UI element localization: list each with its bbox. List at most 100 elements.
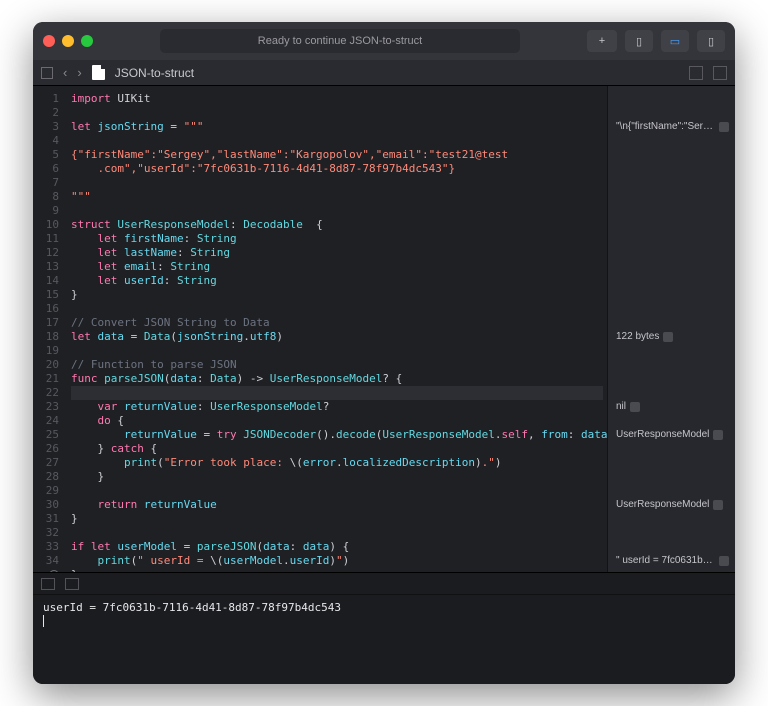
line-number[interactable]: 2 [33, 106, 59, 120]
code-line[interactable]: let userId: String [71, 274, 603, 288]
code-line[interactable] [71, 344, 603, 358]
result-row[interactable]: 122 bytes [616, 330, 729, 344]
result-row[interactable]: nil [616, 400, 729, 414]
code-line[interactable]: } catch { [71, 442, 603, 456]
code-line[interactable]: let lastName: String [71, 246, 603, 260]
code-line[interactable] [71, 526, 603, 540]
code-line[interactable]: let email: String [71, 260, 603, 274]
line-number[interactable]: 20 [33, 358, 59, 372]
line-number[interactable]: 27 [33, 456, 59, 470]
line-number[interactable]: 33 [33, 540, 59, 554]
minimize-window-button[interactable] [62, 35, 74, 47]
editor-options-icon[interactable] [713, 66, 727, 80]
code-line[interactable]: {"firstName":"Sergey","lastName":"Kargop… [71, 148, 603, 162]
code-line[interactable]: } [71, 470, 603, 484]
code-line[interactable]: print("Error took place: \(error.localiz… [71, 456, 603, 470]
close-window-button[interactable] [43, 35, 55, 47]
line-number[interactable]: 1 [33, 92, 59, 106]
related-items-icon[interactable] [41, 67, 53, 79]
result-row[interactable]: "\n{"firstName":"Serg… [616, 120, 729, 134]
line-number[interactable]: 4 [33, 134, 59, 148]
line-number[interactable]: 32 [33, 526, 59, 540]
code-line[interactable]: struct UserResponseModel: Decodable { [71, 218, 603, 232]
activity-viewer[interactable]: Ready to continue JSON-to-struct [101, 29, 579, 53]
add-editor-button[interactable]: + [587, 30, 617, 52]
navigator-pane-button[interactable]: ▯ [625, 30, 653, 52]
result-row[interactable]: " userId = 7fc0631b-… [616, 554, 729, 568]
line-number[interactable]: 10 [33, 218, 59, 232]
line-number[interactable]: 29 [33, 484, 59, 498]
code-line[interactable] [71, 204, 603, 218]
line-number[interactable]: 8 [33, 190, 59, 204]
quick-look-icon[interactable] [663, 332, 673, 342]
line-number[interactable]: 26 [33, 442, 59, 456]
code-line[interactable]: // Convert JSON String to Data [71, 316, 603, 330]
quick-look-icon[interactable] [719, 122, 729, 132]
line-number[interactable]: 23 [33, 400, 59, 414]
code-line[interactable]: let data = Data(jsonString.utf8) [71, 330, 603, 344]
code-line[interactable]: // Function to parse JSON [71, 358, 603, 372]
source-editor[interactable]: import UIKit let jsonString = """ {"firstN… [65, 86, 607, 572]
code-line[interactable] [71, 134, 603, 148]
code-line[interactable]: let firstName: String [71, 232, 603, 246]
line-number[interactable]: 19 [33, 344, 59, 358]
code-line[interactable] [71, 386, 603, 400]
code-line[interactable] [71, 484, 603, 498]
code-line[interactable]: return returnValue [71, 498, 603, 512]
console-view-icon[interactable] [65, 578, 79, 590]
line-number[interactable]: 9 [33, 204, 59, 218]
quick-look-icon[interactable] [719, 556, 729, 566]
quick-look-icon[interactable] [630, 402, 640, 412]
line-number[interactable]: 3 [33, 120, 59, 134]
line-number[interactable]: 22 [33, 386, 59, 400]
code-line[interactable] [71, 106, 603, 120]
line-number[interactable]: 34 [33, 554, 59, 568]
code-line[interactable]: if let userModel = parseJSON(data: data)… [71, 540, 603, 554]
line-number[interactable]: 16 [33, 302, 59, 316]
line-number[interactable]: 30 [33, 498, 59, 512]
line-number[interactable]: 11 [33, 232, 59, 246]
code-line[interactable]: } [71, 512, 603, 526]
code-line[interactable] [71, 302, 603, 316]
result-row[interactable]: UserResponseModel [616, 428, 729, 442]
line-number[interactable]: 18 [33, 330, 59, 344]
line-number[interactable]: 31 [33, 512, 59, 526]
result-row[interactable]: UserResponseModel [616, 498, 729, 512]
back-button[interactable]: ‹ [63, 65, 67, 80]
line-number[interactable]: 15 [33, 288, 59, 302]
line-number[interactable]: 17 [33, 316, 59, 330]
line-number[interactable]: 5 [33, 148, 59, 162]
editor-list-icon[interactable] [689, 66, 703, 80]
code-line[interactable]: import UIKit [71, 92, 603, 106]
code-line[interactable] [71, 176, 603, 190]
line-number[interactable]: 24 [33, 414, 59, 428]
code-line[interactable]: do { [71, 414, 603, 428]
debug-pane-button[interactable]: ▭ [661, 30, 689, 52]
code-line[interactable]: } [71, 288, 603, 302]
execute-playground-button[interactable] [49, 570, 59, 572]
forward-button[interactable]: › [77, 65, 81, 80]
results-sidebar[interactable]: "\n{"firstName":"Serg… 122 bytes nil UserRe… [607, 86, 735, 572]
line-number[interactable]: 13 [33, 260, 59, 274]
quick-look-icon[interactable] [713, 500, 723, 510]
code-line[interactable]: """ [71, 190, 603, 204]
code-line[interactable]: print(" userId = \(userModel.userId)") [71, 554, 603, 568]
jump-bar-filename[interactable]: JSON-to-struct [115, 66, 194, 80]
code-line[interactable]: var returnValue: UserResponseModel? [71, 400, 603, 414]
line-number[interactable]: 7 [33, 176, 59, 190]
quick-look-icon[interactable] [713, 430, 723, 440]
line-number[interactable]: 28 [33, 470, 59, 484]
code-line[interactable]: .com","userId":"7fc0631b-7116-4d41-8d87-… [71, 162, 603, 176]
variables-view-icon[interactable] [41, 578, 55, 590]
line-number[interactable]: 6 [33, 162, 59, 176]
console-output[interactable]: userId = 7fc0631b-7116-4d41-8d87-78f97b4… [33, 595, 735, 684]
line-number-gutter[interactable]: 1234567891011121314151617181920212223242… [33, 86, 65, 572]
inspector-pane-button[interactable]: ▯ [697, 30, 725, 52]
line-number[interactable]: 14 [33, 274, 59, 288]
line-number[interactable]: 25 [33, 428, 59, 442]
line-number[interactable]: 12 [33, 246, 59, 260]
code-line[interactable]: func parseJSON(data: Data) -> UserRespon… [71, 372, 603, 386]
line-number[interactable]: 21 [33, 372, 59, 386]
code-line[interactable]: let jsonString = """ [71, 120, 603, 134]
zoom-window-button[interactable] [81, 35, 93, 47]
